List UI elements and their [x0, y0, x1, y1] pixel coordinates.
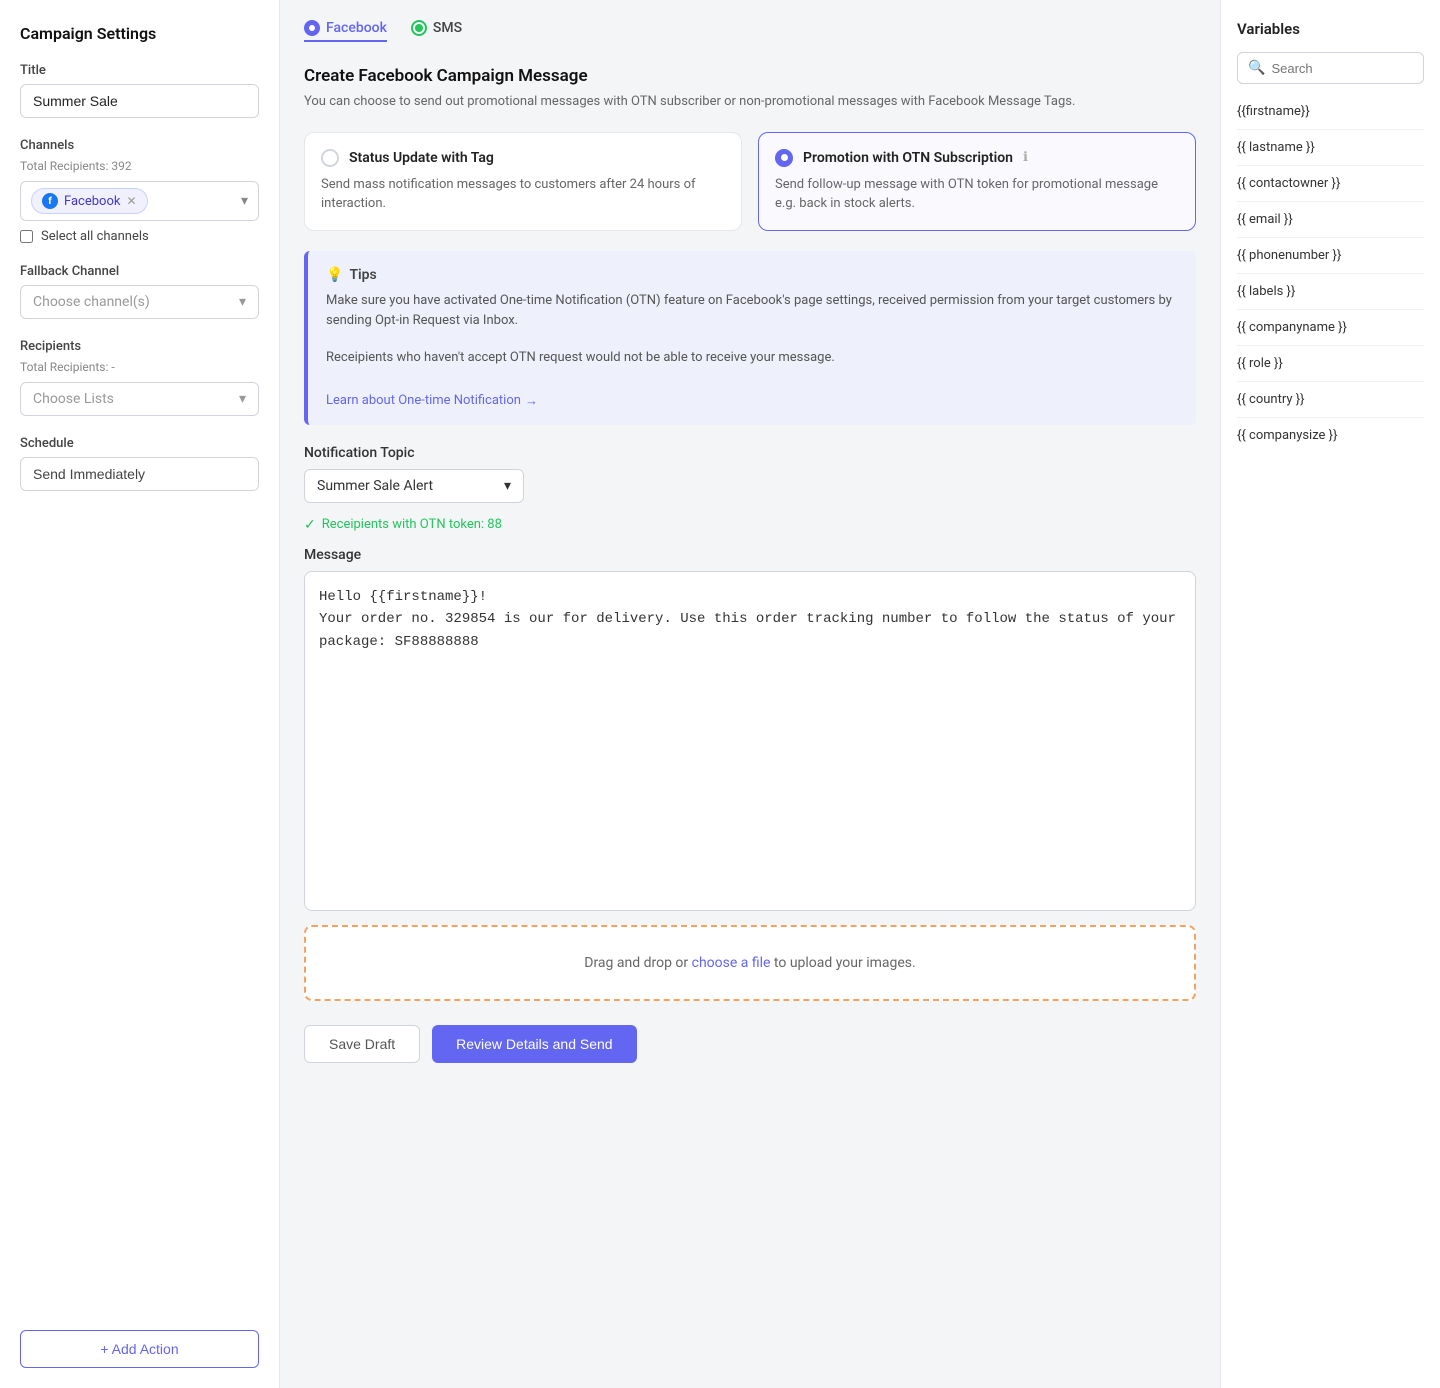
variable-item[interactable]: {{ lastname }}: [1237, 130, 1424, 166]
tips-box: 💡 Tips Make sure you have activated One-…: [304, 251, 1196, 425]
fallback-placeholder: Choose channel(s): [33, 294, 150, 310]
review-button[interactable]: Review Details and Send: [432, 1025, 636, 1063]
sidebar-title: Campaign Settings: [20, 24, 259, 43]
variables-panel: Variables 🔍 {{firstname}} {{ lastname }}…: [1220, 0, 1440, 1388]
search-icon: 🔍: [1248, 60, 1265, 76]
add-action-button[interactable]: + Add Action: [20, 1330, 259, 1368]
fallback-dropdown[interactable]: Choose channel(s) ▾: [20, 285, 259, 319]
tab-facebook[interactable]: Facebook: [304, 20, 387, 42]
drop-zone[interactable]: Drag and drop or choose a file to upload…: [304, 925, 1196, 1001]
recipients-sub: Total Recipients: -: [20, 360, 259, 374]
option-otn-desc: Send follow-up message with OTN token fo…: [775, 175, 1179, 214]
notification-topic-section: Notification Topic Summer Sale Alert ▾: [304, 445, 1196, 503]
variable-item[interactable]: {{firstname}}: [1237, 94, 1424, 130]
schedule-input[interactable]: [20, 457, 259, 491]
select-all-checkbox[interactable]: [20, 230, 33, 243]
tab-sms-label: SMS: [433, 20, 462, 36]
channels-select[interactable]: f Facebook ✕ ▾: [20, 181, 259, 221]
main-content: Facebook SMS Create Facebook Campaign Me…: [280, 0, 1220, 1388]
recipients-section: Recipients Total Recipients: - Choose Li…: [20, 339, 259, 416]
variables-search-input[interactable]: [1271, 61, 1440, 76]
tab-sms-dot: [411, 20, 427, 36]
select-all-label: Select all channels: [41, 229, 149, 244]
variable-item[interactable]: {{ phonenumber }}: [1237, 238, 1424, 274]
otn-badge: ✓ Receipients with OTN token: 88: [304, 517, 1196, 533]
tab-sms[interactable]: SMS: [411, 20, 462, 42]
select-all-row: Select all channels: [20, 229, 259, 244]
facebook-channel-tag: f Facebook ✕: [31, 188, 148, 214]
channels-label: Channels: [20, 138, 259, 153]
tabs-row: Facebook SMS: [304, 20, 1196, 42]
title-input[interactable]: [20, 84, 259, 118]
schedule-label: Schedule: [20, 436, 259, 451]
option-otn-title: Promotion with OTN Subscription: [803, 150, 1013, 166]
sidebar-footer: + Add Action: [20, 1314, 259, 1368]
sidebar: Campaign Settings Title Channels Total R…: [0, 0, 280, 1388]
facebook-icon: f: [42, 193, 58, 209]
fallback-label: Fallback Channel: [20, 264, 259, 279]
channels-sub: Total Recipients: 392: [20, 159, 259, 173]
variable-item[interactable]: {{ labels }}: [1237, 274, 1424, 310]
page-description: You can choose to send out promotional m…: [304, 92, 1196, 112]
chevron-down-icon: ▾: [241, 193, 248, 209]
schedule-section: Schedule: [20, 436, 259, 491]
choose-file-link[interactable]: choose a file: [692, 955, 771, 971]
variable-item[interactable]: {{ contactowner }}: [1237, 166, 1424, 202]
option-header-otn: Promotion with OTN Subscription ℹ: [775, 149, 1179, 167]
tab-facebook-label: Facebook: [326, 20, 387, 36]
topic-value: Summer Sale Alert: [317, 478, 433, 494]
info-icon: ℹ: [1023, 150, 1028, 165]
radio-otn: [775, 149, 793, 167]
chevron-down-icon: ▾: [239, 294, 246, 310]
variable-item[interactable]: {{ companysize }}: [1237, 418, 1424, 453]
message-type-options: Status Update with Tag Send mass notific…: [304, 132, 1196, 231]
variable-item[interactable]: {{ email }}: [1237, 202, 1424, 238]
channel-tag-label: Facebook: [64, 194, 120, 209]
variable-item[interactable]: {{ role }}: [1237, 346, 1424, 382]
content-footer: Save Draft Review Details and Send: [304, 1025, 1196, 1063]
radio-status-update: [321, 149, 339, 167]
recipients-placeholder: Choose Lists: [33, 391, 114, 407]
otn-badge-text: Receipients with OTN token: 88: [322, 517, 502, 532]
variable-item[interactable]: {{ country }}: [1237, 382, 1424, 418]
variable-item[interactable]: {{ companyname }}: [1237, 310, 1424, 346]
title-section: Title: [20, 63, 259, 118]
dropzone-text: Drag and drop or: [584, 955, 691, 971]
variables-search-box: 🔍: [1237, 52, 1424, 84]
option-status-update[interactable]: Status Update with Tag Send mass notific…: [304, 132, 742, 231]
fallback-section: Fallback Channel Choose channel(s) ▾: [20, 264, 259, 319]
channels-section: Channels Total Recipients: 392 f Faceboo…: [20, 138, 259, 244]
tips-link[interactable]: Learn about One-time Notification →: [326, 393, 538, 409]
tips-header: 💡 Tips: [326, 267, 1178, 283]
title-label: Title: [20, 63, 259, 78]
message-label: Message: [304, 547, 1196, 563]
tab-facebook-dot: [304, 20, 320, 36]
page-heading: Create Facebook Campaign Message: [304, 66, 1196, 86]
tips-text1: Make sure you have activated One-time No…: [326, 291, 1178, 333]
remove-channel-icon[interactable]: ✕: [126, 194, 136, 208]
message-textarea[interactable]: Hello {{firstname}}! Your order no. 3298…: [304, 571, 1196, 911]
option-status-update-desc: Send mass notification messages to custo…: [321, 175, 725, 214]
option-otn-promo[interactable]: Promotion with OTN Subscription ℹ Send f…: [758, 132, 1196, 231]
recipients-dropdown[interactable]: Choose Lists ▾: [20, 382, 259, 416]
check-icon: ✓: [304, 517, 316, 533]
topic-select[interactable]: Summer Sale Alert ▾: [304, 469, 524, 503]
dropzone-suffix: to upload your images.: [774, 955, 916, 971]
option-header: Status Update with Tag: [321, 149, 725, 167]
topic-label: Notification Topic: [304, 445, 1196, 461]
save-draft-button[interactable]: Save Draft: [304, 1025, 420, 1063]
variables-list: {{firstname}} {{ lastname }} {{ contacto…: [1237, 94, 1424, 453]
variables-title: Variables: [1237, 20, 1424, 38]
lightbulb-icon: 💡: [326, 267, 343, 283]
recipients-label: Recipients: [20, 339, 259, 354]
chevron-down-icon: ▾: [239, 391, 246, 407]
chevron-down-icon: ▾: [504, 478, 511, 494]
tips-text2: Receipients who haven't accept OTN reque…: [326, 348, 1178, 369]
add-action-label: + Add Action: [100, 1341, 178, 1357]
option-status-update-title: Status Update with Tag: [349, 150, 494, 166]
